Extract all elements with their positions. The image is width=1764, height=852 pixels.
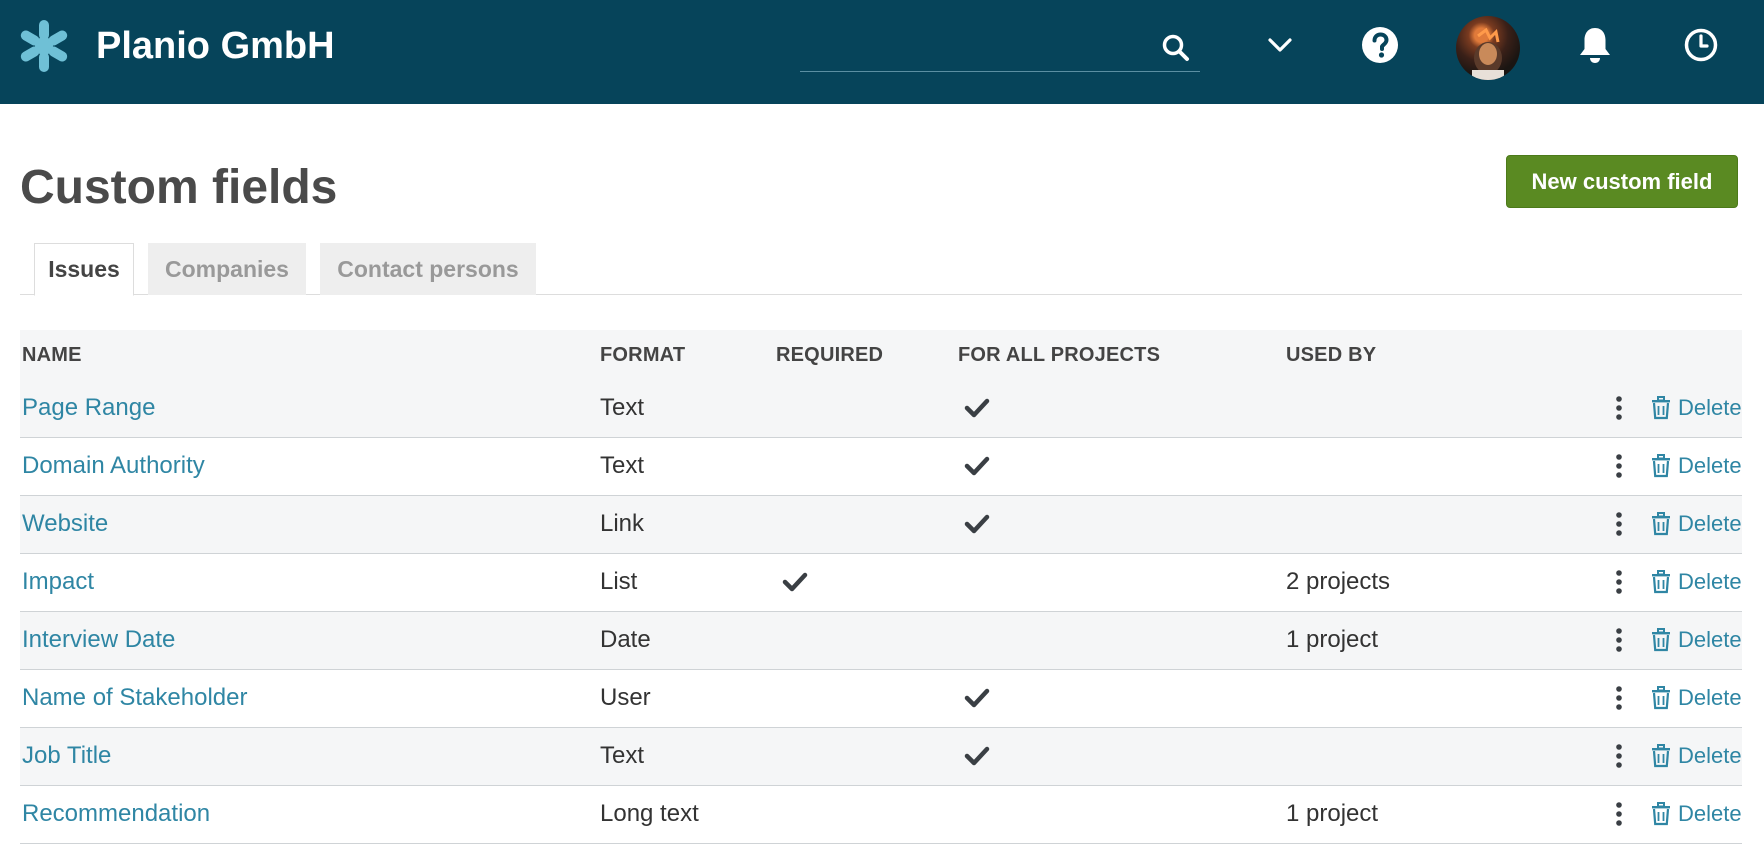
more-options-icon[interactable] bbox=[1612, 510, 1626, 538]
field-name-link[interactable]: Impact bbox=[22, 554, 94, 610]
field-format: Text bbox=[600, 394, 645, 421]
trash-icon bbox=[1652, 744, 1670, 768]
delete-button[interactable]: Delete bbox=[1650, 496, 1742, 552]
field-format: Date bbox=[600, 626, 651, 653]
delete-button[interactable]: Delete bbox=[1650, 438, 1742, 494]
field-name-link[interactable]: Job Title bbox=[22, 728, 111, 784]
trash-icon bbox=[1652, 570, 1670, 594]
user-avatar[interactable] bbox=[1456, 16, 1520, 80]
table-body: Page Range Text Delete Domain Authority Text… bbox=[20, 380, 1742, 844]
more-options-icon[interactable] bbox=[1612, 394, 1626, 422]
top-bar: Planio GmbH bbox=[0, 0, 1764, 104]
clock-icon bbox=[1684, 28, 1718, 62]
for-all-projects-check-icon bbox=[964, 686, 990, 710]
custom-fields-table: NAME FORMAT REQUIRED FOR ALL PROJECTS US… bbox=[20, 330, 1742, 844]
table-row: Website Link Delete bbox=[20, 496, 1742, 554]
delete-button[interactable]: Delete bbox=[1650, 786, 1742, 842]
search-input[interactable] bbox=[800, 26, 1150, 70]
trash-icon bbox=[1652, 454, 1670, 478]
for-all-projects-check-icon bbox=[964, 744, 990, 768]
delete-button[interactable]: Delete bbox=[1650, 670, 1742, 726]
used-by-count: 2 projects bbox=[1286, 568, 1391, 595]
for-all-projects-check-icon bbox=[964, 512, 990, 536]
column-header-used-by: USED BY bbox=[1286, 344, 1377, 366]
field-format: User bbox=[600, 684, 651, 711]
column-header-name[interactable]: NAME bbox=[22, 330, 82, 380]
for-all-projects-check-icon bbox=[964, 396, 990, 420]
used-by-count: 1 project bbox=[1286, 800, 1379, 827]
delete-label: Delete bbox=[1678, 743, 1742, 768]
bell-icon bbox=[1580, 28, 1610, 63]
more-options-icon[interactable] bbox=[1612, 452, 1626, 480]
time-tracker-button[interactable] bbox=[1678, 22, 1724, 68]
tab-issues[interactable]: Issues bbox=[34, 243, 134, 296]
table-row: Interview Date Date 1 project Delete bbox=[20, 612, 1742, 670]
tab-companies[interactable]: Companies bbox=[148, 243, 306, 295]
notifications-button[interactable] bbox=[1572, 22, 1618, 68]
help-button[interactable] bbox=[1357, 22, 1403, 68]
delete-button[interactable]: Delete bbox=[1650, 612, 1742, 668]
help-icon bbox=[1362, 27, 1398, 63]
more-options-icon[interactable] bbox=[1612, 742, 1626, 770]
column-header-required: REQUIRED bbox=[776, 344, 884, 366]
table-row: Recommendation Long text 1 project Delete bbox=[20, 786, 1742, 844]
field-name-link[interactable]: Website bbox=[22, 496, 108, 552]
trash-icon bbox=[1652, 686, 1670, 710]
delete-label: Delete bbox=[1678, 453, 1742, 478]
tab-bar: Issues Companies Contact persons bbox=[20, 243, 1742, 296]
more-options-icon[interactable] bbox=[1612, 684, 1626, 712]
more-options-icon[interactable] bbox=[1612, 626, 1626, 654]
column-header-format: FORMAT bbox=[600, 344, 686, 366]
used-by-count: 1 project bbox=[1286, 626, 1379, 653]
page-title: Custom fields bbox=[20, 161, 338, 214]
table-row: Impact List 2 projects Delete bbox=[20, 554, 1742, 612]
delete-label: Delete bbox=[1678, 685, 1742, 710]
delete-label: Delete bbox=[1678, 395, 1742, 420]
column-header-for-all-projects: FOR ALL PROJECTS bbox=[958, 344, 1161, 366]
field-format: Link bbox=[600, 510, 645, 537]
field-format: Text bbox=[600, 742, 645, 769]
more-options-icon[interactable] bbox=[1612, 800, 1626, 828]
field-format: Long text bbox=[600, 800, 699, 827]
delete-label: Delete bbox=[1678, 801, 1742, 826]
trash-icon bbox=[1652, 396, 1670, 420]
delete-button[interactable]: Delete bbox=[1650, 380, 1742, 436]
field-name-link[interactable]: Recommendation bbox=[22, 786, 210, 842]
table-row: Page Range Text Delete bbox=[20, 380, 1742, 438]
field-format: Text bbox=[600, 452, 645, 479]
for-all-projects-check-icon bbox=[964, 454, 990, 478]
table-row: Job Title Text Delete bbox=[20, 728, 1742, 786]
table-row: Domain Authority Text Delete bbox=[20, 438, 1742, 496]
delete-button[interactable]: Delete bbox=[1650, 554, 1742, 610]
trash-icon bbox=[1652, 628, 1670, 652]
planio-logo-icon[interactable] bbox=[18, 20, 70, 72]
new-custom-field-button[interactable]: New custom field bbox=[1506, 155, 1738, 208]
search-icon[interactable] bbox=[1160, 32, 1192, 64]
delete-label: Delete bbox=[1678, 627, 1742, 652]
trash-icon bbox=[1652, 802, 1670, 826]
table-row: Name of Stakeholder User Delete bbox=[20, 670, 1742, 728]
required-check-icon bbox=[782, 570, 808, 594]
delete-button[interactable]: Delete bbox=[1650, 728, 1742, 784]
field-name-link[interactable]: Name of Stakeholder bbox=[22, 670, 247, 726]
trash-icon bbox=[1652, 512, 1670, 536]
tab-contact-persons[interactable]: Contact persons bbox=[320, 243, 536, 295]
field-name-link[interactable]: Interview Date bbox=[22, 612, 175, 668]
more-options-icon[interactable] bbox=[1612, 568, 1626, 596]
brand-name[interactable]: Planio GmbH bbox=[96, 20, 335, 72]
delete-label: Delete bbox=[1678, 511, 1742, 536]
search-box bbox=[800, 26, 1200, 72]
field-name-link[interactable]: Domain Authority bbox=[22, 438, 205, 494]
delete-label: Delete bbox=[1678, 569, 1742, 594]
project-menu-dropdown[interactable] bbox=[1257, 22, 1303, 68]
table-header: NAME FORMAT REQUIRED FOR ALL PROJECTS US… bbox=[20, 330, 1742, 380]
field-format: List bbox=[600, 568, 638, 595]
chevron-down-icon bbox=[1268, 38, 1292, 52]
avatar-photo-icon bbox=[1472, 27, 1504, 80]
field-name-link[interactable]: Page Range bbox=[22, 380, 155, 436]
